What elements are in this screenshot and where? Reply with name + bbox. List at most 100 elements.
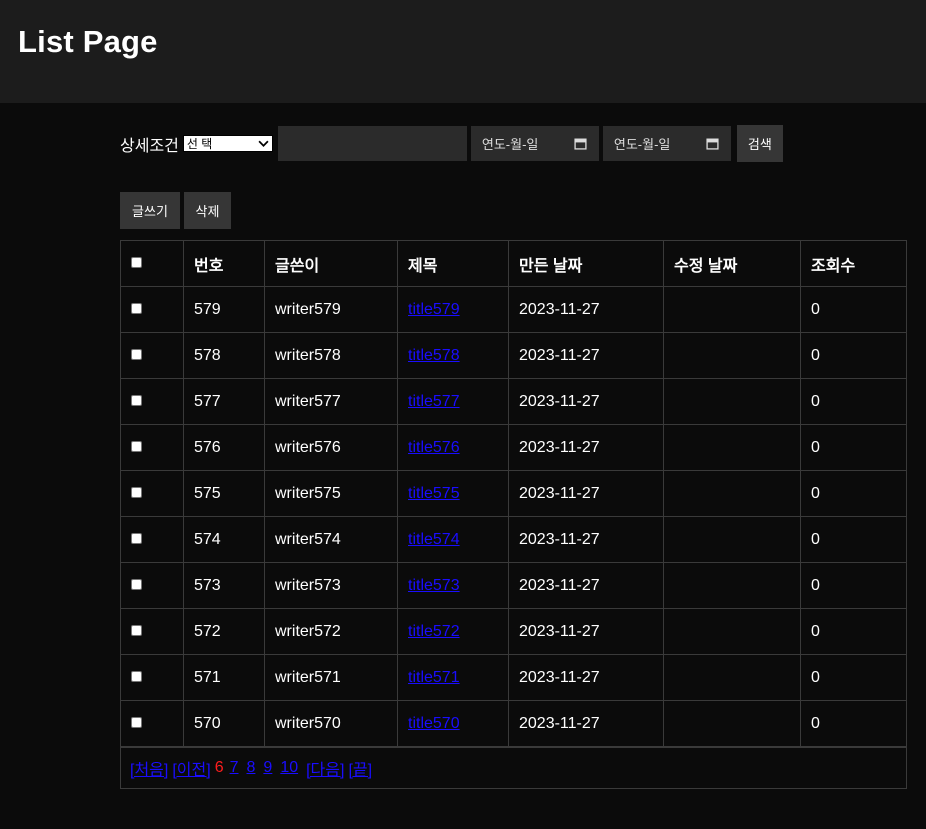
cell-created: 2023-11-27	[508, 516, 664, 563]
cell-views: 0	[800, 332, 907, 379]
cell-title: title570	[397, 700, 509, 747]
calendar-icon[interactable]	[574, 137, 587, 150]
row-select-cell	[120, 608, 184, 655]
write-button[interactable]: 글쓰기	[120, 192, 180, 229]
title-link[interactable]: title576	[408, 439, 460, 456]
title-link[interactable]: title572	[408, 623, 460, 640]
row-checkbox[interactable]	[131, 440, 142, 452]
cell-writer: writer577	[264, 378, 398, 425]
search-condition-select[interactable]: 선 택	[182, 135, 273, 152]
row-checkbox[interactable]	[131, 394, 142, 406]
pagination-page[interactable]: 7	[230, 759, 239, 777]
search-button[interactable]: 검색	[736, 125, 783, 162]
table-row: 574 writer574 title574 2023-11-27 0	[120, 516, 907, 563]
cell-number: 574	[183, 516, 265, 563]
cell-writer: writer576	[264, 424, 398, 471]
row-checkbox[interactable]	[131, 486, 142, 498]
cell-writer: writer572	[264, 608, 398, 655]
pagination-last[interactable]: [끝]	[348, 756, 372, 780]
search-input[interactable]	[277, 126, 467, 161]
cell-writer: writer571	[264, 654, 398, 701]
pagination-prev[interactable]: [이전]	[172, 756, 210, 780]
chevron-down-icon	[258, 140, 269, 147]
cell-writer: writer575	[264, 470, 398, 517]
cell-created: 2023-11-27	[508, 470, 664, 517]
pagination-next[interactable]: [다음]	[306, 756, 344, 780]
cell-writer: writer578	[264, 332, 398, 379]
title-link[interactable]: title573	[408, 577, 460, 594]
cell-title: title576	[397, 424, 509, 471]
pagination-current: 6	[214, 759, 224, 776]
pagination-page[interactable]: 10	[280, 759, 298, 777]
cell-number: 571	[183, 654, 265, 701]
title-link[interactable]: title579	[408, 301, 460, 318]
column-header-modified: 수정 날짜	[663, 240, 801, 287]
title-link[interactable]: title578	[408, 347, 460, 364]
row-select-cell	[120, 424, 184, 471]
row-select-cell	[120, 516, 184, 563]
cell-modified	[663, 378, 801, 425]
table-body: 579 writer579 title579 2023-11-27 0 578 writer…	[120, 286, 907, 747]
cell-title: title574	[397, 516, 509, 563]
select-all-checkbox[interactable]	[131, 256, 142, 268]
cell-title: title577	[397, 378, 509, 425]
row-checkbox[interactable]	[131, 532, 142, 544]
cell-number: 576	[183, 424, 265, 471]
cell-created: 2023-11-27	[508, 562, 664, 609]
cell-writer: writer573	[264, 562, 398, 609]
search-label: 상세조건	[120, 137, 179, 155]
row-select-cell	[120, 332, 184, 379]
title-link[interactable]: title574	[408, 531, 460, 548]
row-checkbox[interactable]	[131, 302, 142, 314]
title-link[interactable]: title577	[408, 393, 460, 410]
calendar-icon[interactable]	[706, 137, 719, 150]
table-row: 579 writer579 title579 2023-11-27 0	[120, 286, 907, 333]
table-row: 573 writer573 title573 2023-11-27 0	[120, 562, 907, 609]
table-row: 578 writer578 title578 2023-11-27 0	[120, 332, 907, 379]
row-select-cell	[120, 700, 184, 747]
row-select-cell	[120, 378, 184, 425]
cell-views: 0	[800, 562, 907, 609]
cell-number: 570	[183, 700, 265, 747]
column-header-number: 번호	[183, 240, 265, 287]
row-checkbox[interactable]	[131, 624, 142, 636]
cell-created: 2023-11-27	[508, 424, 664, 471]
cell-modified	[663, 332, 801, 379]
cell-modified	[663, 700, 801, 747]
cell-created: 2023-11-27	[508, 608, 664, 655]
title-link[interactable]: title570	[408, 715, 460, 732]
cell-number: 577	[183, 378, 265, 425]
cell-number: 579	[183, 286, 265, 333]
row-checkbox[interactable]	[131, 578, 142, 590]
cell-title: title573	[397, 562, 509, 609]
cell-title: title579	[397, 286, 509, 333]
pagination-first[interactable]: [처음]	[130, 756, 168, 780]
page-header: List Page	[0, 0, 926, 103]
date-to-input[interactable]: 연도-월-일	[602, 126, 731, 161]
cell-views: 0	[800, 654, 907, 701]
cell-number: 575	[183, 470, 265, 517]
row-checkbox[interactable]	[131, 348, 142, 360]
delete-button[interactable]: 삭제	[184, 192, 231, 229]
cell-title: title571	[397, 654, 509, 701]
cell-created: 2023-11-27	[508, 378, 664, 425]
date-from-input[interactable]: 연도-월-일	[470, 126, 599, 161]
cell-number: 572	[183, 608, 265, 655]
main-content: 상세조건 선 택 연도-월-일 연도-월-일 검색 글쓰기 삭제 번호 글쓴이 …	[120, 125, 907, 789]
row-checkbox[interactable]	[131, 670, 142, 682]
table-row: 571 writer571 title571 2023-11-27 0	[120, 654, 907, 701]
cell-writer: writer574	[264, 516, 398, 563]
cell-views: 0	[800, 700, 907, 747]
pagination-page[interactable]: 8	[247, 759, 256, 777]
row-select-cell	[120, 470, 184, 517]
title-link[interactable]: title575	[408, 485, 460, 502]
title-link[interactable]: title571	[408, 669, 460, 686]
cell-title: title572	[397, 608, 509, 655]
row-checkbox[interactable]	[131, 716, 142, 728]
cell-modified	[663, 424, 801, 471]
cell-title: title578	[397, 332, 509, 379]
column-header-created: 만든 날짜	[508, 240, 664, 287]
pagination-page[interactable]: 9	[263, 759, 272, 777]
column-header-title: 제목	[397, 240, 509, 287]
date-to-placeholder: 연도-월-일	[613, 137, 671, 152]
